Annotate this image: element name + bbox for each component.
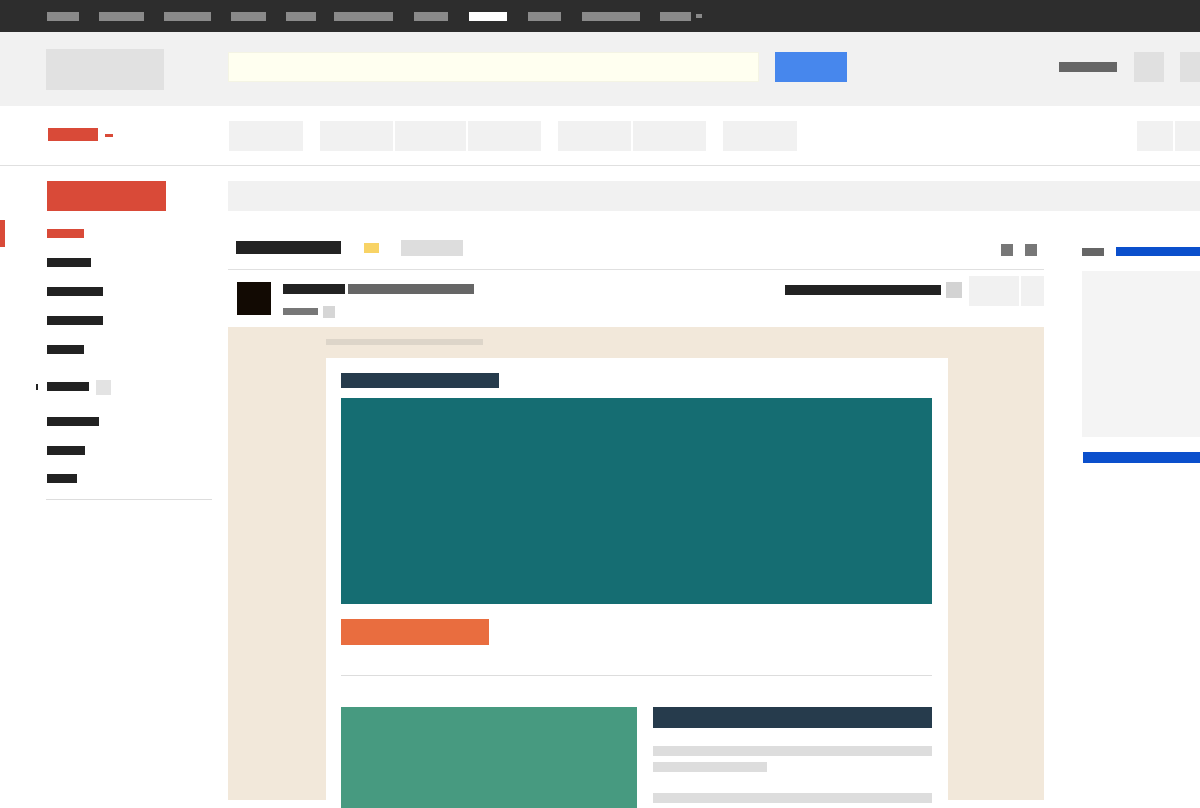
topbar-link[interactable] [414, 12, 448, 21]
topbar-more-menu[interactable] [660, 12, 691, 21]
sender-email [348, 284, 474, 294]
topbar-link[interactable] [47, 12, 79, 21]
hero-image[interactable] [341, 398, 932, 604]
sidebar-item[interactable] [47, 446, 85, 455]
side-panel-box [1082, 271, 1200, 437]
archive-button[interactable] [320, 121, 393, 151]
search-icon [805, 61, 817, 73]
topbar-link[interactable] [231, 12, 266, 21]
input-tools-button[interactable] [1137, 121, 1173, 151]
selected-folder-indicator [0, 220, 5, 247]
move-to-button[interactable] [558, 121, 631, 151]
top-navigation-bar [0, 0, 1200, 32]
article-title[interactable] [653, 707, 932, 728]
chevron-down-icon [696, 14, 702, 18]
details-dropdown-icon[interactable] [323, 306, 335, 318]
notice-bar [228, 181, 1200, 211]
delete-button[interactable] [468, 121, 541, 151]
sidebar-divider [46, 499, 212, 500]
search-button[interactable] [775, 52, 847, 82]
email-body [228, 327, 1044, 808]
divider [228, 269, 1044, 270]
article-text-line [653, 793, 932, 803]
topbar-link[interactable] [99, 12, 144, 21]
topbar-link[interactable] [582, 12, 640, 21]
label-chip[interactable] [401, 240, 463, 256]
article-text-line [653, 746, 932, 756]
sidebar-item[interactable] [47, 345, 84, 354]
newsletter-heading [341, 373, 499, 388]
expand-arrow-icon[interactable] [36, 384, 38, 390]
gear-icon[interactable] [1175, 121, 1200, 151]
sidebar-item-categories[interactable] [47, 382, 89, 391]
sidebar-item-inbox[interactable] [47, 229, 84, 238]
report-spam-button[interactable] [395, 121, 466, 151]
topbar-link[interactable] [528, 12, 561, 21]
sidebar-item[interactable] [47, 316, 103, 325]
topbar-link-active[interactable] [469, 12, 507, 21]
compose-button[interactable] [47, 181, 166, 211]
email-timestamp [785, 285, 941, 295]
account-name-link[interactable] [1059, 62, 1117, 72]
header [0, 32, 1200, 106]
important-marker-icon[interactable] [364, 243, 379, 253]
sidebar-item[interactable] [47, 287, 103, 296]
print-icon[interactable] [1001, 244, 1013, 256]
article-text-line [653, 762, 767, 772]
star-icon[interactable] [946, 282, 962, 298]
apps-grid-icon[interactable] [1134, 52, 1164, 82]
labels-button[interactable] [633, 121, 706, 151]
topbar-link[interactable] [164, 12, 211, 21]
side-panel-link[interactable] [1083, 452, 1200, 463]
article-image[interactable] [341, 707, 637, 808]
topbar-link[interactable] [334, 12, 393, 21]
sidebar-item[interactable] [47, 417, 99, 426]
cta-button[interactable] [341, 619, 489, 645]
topbar-link[interactable] [286, 12, 316, 21]
avatar[interactable] [237, 282, 271, 315]
chevron-down-icon [105, 134, 113, 137]
sidebar-item[interactable] [47, 258, 91, 267]
toolbar [0, 106, 1200, 166]
email-subject [236, 241, 341, 254]
newsletter-card [326, 358, 948, 808]
more-actions-button[interactable] [723, 121, 797, 151]
avatar[interactable] [1180, 52, 1200, 82]
preheader-text [326, 339, 483, 345]
label-color-swatch [96, 380, 111, 395]
new-window-icon[interactable] [1025, 244, 1037, 256]
reply-button[interactable] [969, 276, 1019, 306]
divider [341, 675, 932, 676]
app-switcher-label[interactable] [48, 128, 98, 141]
sender-name[interactable] [283, 284, 345, 294]
back-button[interactable] [229, 121, 303, 151]
side-panel-link[interactable] [1116, 247, 1200, 256]
side-panel-label [1082, 248, 1104, 256]
logo[interactable] [46, 49, 164, 90]
search-input[interactable] [228, 52, 759, 82]
more-options-button[interactable] [1021, 276, 1044, 306]
sidebar-item[interactable] [47, 474, 77, 483]
recipient-to-me [283, 308, 318, 315]
